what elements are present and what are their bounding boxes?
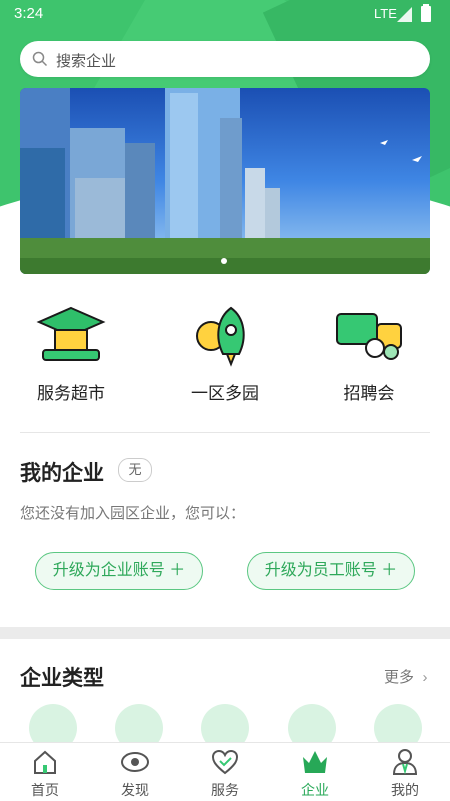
banner-image[interactable] xyxy=(20,88,430,274)
heart-icon xyxy=(211,749,239,775)
feature-label: 服务超市 xyxy=(37,384,105,403)
status-bar: 3:24 LTE xyxy=(0,0,450,28)
nav-label: 发现 xyxy=(121,782,149,798)
upgrade-enterprise-button[interactable]: 升级为企业账号 ＋ xyxy=(35,552,203,590)
feature-job-fair[interactable]: 招聘会 xyxy=(304,304,434,404)
nav-mine[interactable]: 我的 xyxy=(360,743,450,801)
chevron-right-icon: › xyxy=(422,669,428,686)
eye-icon xyxy=(121,752,149,772)
company-types-title: 企业类型 xyxy=(20,667,104,690)
recruitment-chat-icon xyxy=(336,313,402,360)
network-label: LTE xyxy=(374,6,397,21)
signal-icon xyxy=(397,7,412,22)
nav-discover[interactable]: 发现 xyxy=(90,743,180,801)
rocket-icon xyxy=(196,306,245,367)
status-time: 3:24 xyxy=(14,5,44,22)
upgrade-employee-button[interactable]: 升级为员工账号 ＋ xyxy=(247,552,415,590)
user-icon xyxy=(392,749,418,775)
feature-label: 招聘会 xyxy=(343,384,395,403)
home-icon xyxy=(34,750,56,774)
graduation-cap-icon xyxy=(36,306,106,361)
search-input[interactable]: 搜索企业 xyxy=(56,50,116,71)
more-label: 更多 xyxy=(384,669,415,686)
my-company-status-badge: 无 xyxy=(118,458,152,482)
my-company-title: 我的企业 xyxy=(20,462,104,485)
my-company-description: 您还没有加入园区企业，您可以： xyxy=(20,505,246,522)
feature-label: 一区多园 xyxy=(191,384,259,403)
search-bar[interactable]: 搜索企业 xyxy=(20,41,430,77)
nav-home[interactable]: 首页 xyxy=(0,743,90,801)
more-link[interactable]: 更多 › xyxy=(384,666,427,687)
feature-service-market[interactable]: 服务超市 xyxy=(6,304,136,404)
search-icon xyxy=(32,51,48,67)
nav-label: 首页 xyxy=(31,782,59,798)
crown-icon xyxy=(303,751,327,773)
bottom-navigation: 首页 发现 服务 企业 我的 xyxy=(0,742,450,801)
nav-label: 我的 xyxy=(391,782,419,798)
feature-multi-park[interactable]: 一区多园 xyxy=(160,304,290,404)
divider xyxy=(20,432,430,433)
nav-enterprise[interactable]: 企业 xyxy=(270,743,360,801)
nav-label: 服务 xyxy=(211,782,239,798)
city-skyline-illustration xyxy=(20,88,430,274)
section-separator xyxy=(0,627,450,639)
nav-label: 企业 xyxy=(301,782,329,798)
nav-service[interactable]: 服务 xyxy=(180,743,270,801)
battery-icon xyxy=(421,4,431,22)
